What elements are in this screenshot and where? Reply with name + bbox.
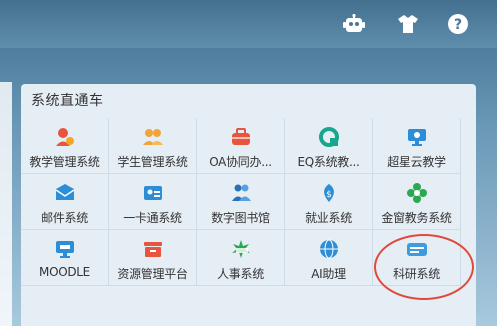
card-title: 系统直通车 bbox=[31, 93, 104, 109]
teaching-admin-icon bbox=[54, 126, 76, 148]
system-link-globe[interactable]: AI助理 bbox=[285, 230, 373, 286]
system-link-label: 科研系统 bbox=[393, 267, 440, 281]
system-grid: 教学管理系统 学生管理系统 OA协同办... EQ系统教... 超星云教学邮件系统 一卡通… bbox=[21, 118, 461, 286]
system-link-label: 学生管理系统 bbox=[117, 155, 188, 169]
system-link-label: 超星云教学 bbox=[387, 155, 446, 169]
library-icon bbox=[230, 182, 252, 204]
system-link-label: AI助理 bbox=[311, 267, 346, 281]
briefcase-icon bbox=[230, 126, 252, 148]
moodle-icon bbox=[54, 238, 76, 260]
system-link-moodle[interactable]: MOODLE bbox=[21, 230, 109, 286]
research-card-icon bbox=[406, 238, 428, 260]
system-link-mail[interactable]: 邮件系统 bbox=[21, 174, 109, 230]
system-link-teaching-admin[interactable]: 教学管理系统 bbox=[21, 118, 109, 174]
eq-icon bbox=[318, 126, 340, 148]
system-link-hr[interactable]: 人事系统 bbox=[197, 230, 285, 286]
system-link-employment[interactable]: $ 就业系统 bbox=[285, 174, 373, 230]
system-link-eq[interactable]: EQ系统教... bbox=[285, 118, 373, 174]
system-link-library[interactable]: 数字图书馆 bbox=[197, 174, 285, 230]
system-link-monitor[interactable]: 超星云教学 bbox=[373, 118, 461, 174]
resource-icon bbox=[142, 238, 164, 260]
mail-icon bbox=[54, 182, 76, 204]
system-link-label: 人事系统 bbox=[217, 267, 264, 281]
id-card-icon bbox=[142, 182, 164, 204]
monitor-icon bbox=[406, 126, 428, 148]
svg-text:$: $ bbox=[326, 190, 332, 200]
system-link-label: 一卡通系统 bbox=[123, 211, 182, 225]
background-panel bbox=[0, 82, 12, 326]
employment-icon: $ bbox=[318, 182, 340, 204]
system-link-research-card[interactable]: 科研系统 bbox=[373, 230, 461, 286]
tshirt-icon[interactable] bbox=[396, 12, 420, 36]
system-shortcut-card: 系统直通车 教学管理系统 学生管理系统 OA协同办... EQ系统教... 超星云教学邮… bbox=[21, 84, 476, 326]
help-icon[interactable]: ? bbox=[446, 12, 470, 36]
top-bar bbox=[0, 0, 497, 48]
flower-icon bbox=[406, 182, 428, 204]
system-link-label: 邮件系统 bbox=[41, 211, 88, 225]
globe-icon bbox=[318, 238, 340, 260]
svg-text:?: ? bbox=[454, 17, 462, 33]
system-link-label: OA协同办... bbox=[209, 155, 272, 169]
hr-icon bbox=[230, 238, 252, 260]
system-link-label: 数字图书馆 bbox=[211, 211, 270, 225]
system-link-label: 资源管理平台 bbox=[117, 267, 188, 281]
system-link-flower[interactable]: 金窗教务系统 bbox=[373, 174, 461, 230]
system-link-label: 金窗教务系统 bbox=[381, 211, 452, 225]
system-link-label: EQ系统教... bbox=[297, 155, 360, 169]
system-link-id-card[interactable]: 一卡通系统 bbox=[109, 174, 197, 230]
system-link-label: MOODLE bbox=[39, 265, 90, 279]
system-link-resource[interactable]: 资源管理平台 bbox=[109, 230, 197, 286]
robot-icon[interactable] bbox=[342, 12, 366, 36]
system-link-briefcase[interactable]: OA协同办... bbox=[197, 118, 285, 174]
system-link-student-admin[interactable]: 学生管理系统 bbox=[109, 118, 197, 174]
system-link-label: 教学管理系统 bbox=[29, 155, 100, 169]
system-link-label: 就业系统 bbox=[305, 211, 352, 225]
student-admin-icon bbox=[142, 126, 164, 148]
